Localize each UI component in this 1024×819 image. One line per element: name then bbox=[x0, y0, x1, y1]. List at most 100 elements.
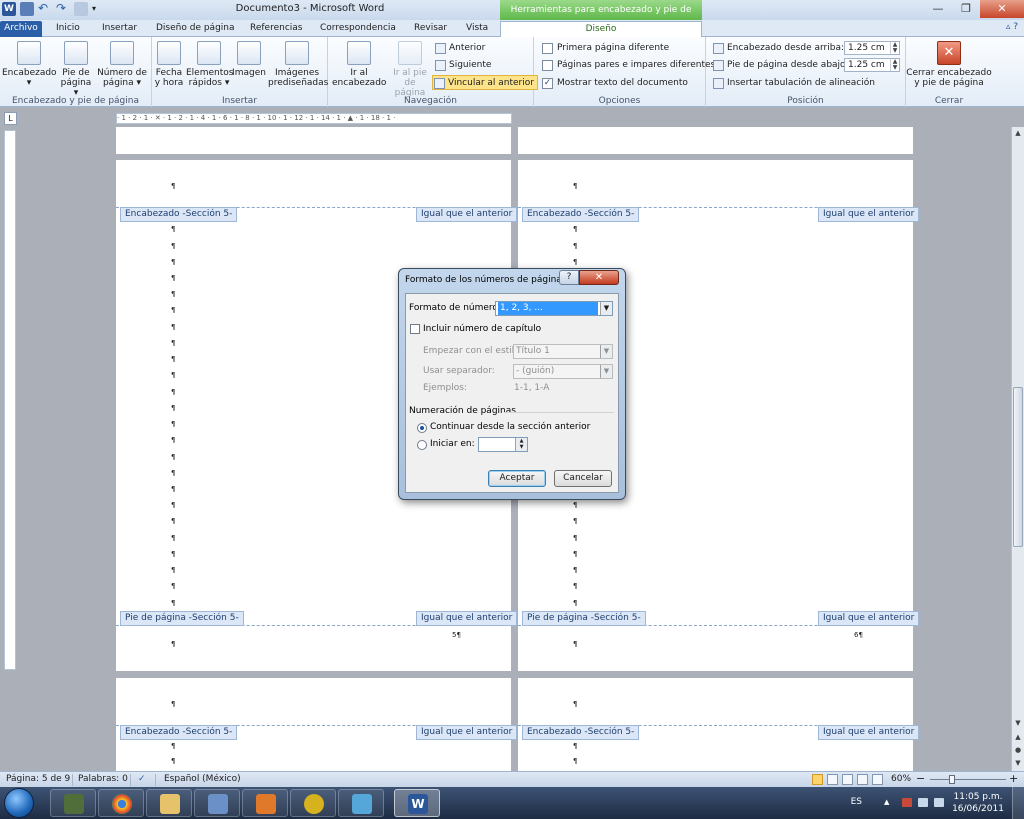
insert-alignment-tab-button[interactable]: Insertar tabulación de alineación bbox=[712, 76, 875, 91]
vertical-scrollbar[interactable]: ▲ ▼ ▲ ● ▼ bbox=[1011, 127, 1024, 771]
footer-button[interactable]: Pie de página ▾ bbox=[58, 41, 94, 98]
cancel-button[interactable]: Cancelar bbox=[554, 470, 612, 487]
zoom-out-icon[interactable]: − bbox=[916, 772, 925, 786]
scroll-down-icon[interactable]: ▼ bbox=[1012, 717, 1024, 729]
tab-mailings[interactable]: Correspondencia bbox=[316, 21, 400, 37]
spinner-arrows-icon[interactable]: ▲ ▼ bbox=[515, 438, 527, 451]
dropdown-arrow-icon[interactable]: ▼ bbox=[600, 365, 612, 378]
spinner-arrows-icon[interactable]: ▲ ▼ bbox=[890, 42, 899, 54]
paragraph-mark: ¶ bbox=[171, 501, 176, 509]
proofing-icon[interactable]: ✓ bbox=[138, 772, 146, 786]
draft-view-icon[interactable] bbox=[872, 774, 883, 785]
input-language[interactable]: ES bbox=[851, 797, 862, 807]
page-7[interactable]: ¶ Encabezado -Sección 5- Igual que el an… bbox=[116, 678, 518, 771]
action-center-icon[interactable] bbox=[902, 798, 912, 807]
page-top-right[interactable] bbox=[518, 127, 913, 154]
tab-design[interactable]: Diseño bbox=[500, 21, 702, 37]
link-to-previous-button[interactable]: Vincular al anterior bbox=[432, 75, 538, 90]
tab-home[interactable]: Inicio bbox=[52, 21, 84, 37]
zoom-in-icon[interactable]: + bbox=[1009, 772, 1018, 786]
taskbar-messenger[interactable] bbox=[338, 789, 384, 817]
paragraph-mark: ¶ bbox=[573, 582, 578, 590]
taskbar-explorer[interactable] bbox=[146, 789, 192, 817]
dialog-help-button[interactable]: ? bbox=[559, 270, 579, 285]
clip-art-button[interactable]: Imágenes prediseñadas bbox=[268, 41, 328, 88]
tray-expand-icon[interactable]: ▲ bbox=[884, 798, 894, 807]
goto-header-button[interactable]: Ir al encabezado bbox=[332, 41, 386, 88]
dropdown-arrow-icon[interactable]: ▼ bbox=[600, 345, 612, 358]
dropdown-arrow-icon[interactable]: ▼ bbox=[600, 302, 612, 315]
full-screen-reading-icon[interactable] bbox=[827, 774, 838, 785]
date-time-button[interactable]: Fecha y hora bbox=[154, 41, 184, 88]
horizontal-ruler[interactable]: · 1 · 2 · 1 · ✕ · 1 · 2 · 1 · 4 · 1 · 6 … bbox=[116, 113, 512, 124]
vertical-ruler[interactable] bbox=[4, 130, 16, 670]
close-header-footer-button[interactable]: ✕ Cerrar encabezado y pie de página bbox=[906, 41, 992, 88]
tab-file[interactable]: Archivo bbox=[0, 21, 42, 37]
tab-review[interactable]: Revisar bbox=[410, 21, 451, 37]
scrollbar-thumb[interactable] bbox=[1013, 387, 1023, 547]
print-layout-view-icon[interactable] bbox=[812, 774, 823, 785]
scroll-up-icon[interactable]: ▲ bbox=[1012, 127, 1024, 139]
tab-view[interactable]: Vista bbox=[462, 21, 492, 37]
picture-button[interactable]: Imagen bbox=[232, 41, 266, 78]
tab-references[interactable]: Referencias bbox=[246, 21, 307, 37]
start-at-input[interactable]: ▲ ▼ bbox=[478, 437, 528, 452]
tab-page-layout[interactable]: Diseño de página bbox=[152, 21, 239, 37]
tab-selector[interactable]: L bbox=[4, 112, 17, 125]
clock[interactable]: 11:05 p.m. 16/06/2011 bbox=[948, 791, 1008, 815]
quick-parts-button[interactable]: Elementos rápidos ▾ bbox=[186, 41, 233, 88]
volume-icon[interactable] bbox=[934, 798, 944, 807]
taskbar-chrome[interactable] bbox=[98, 789, 144, 817]
network-signal-icon[interactable] bbox=[918, 798, 928, 807]
start-button-icon[interactable] bbox=[4, 788, 34, 818]
browse-object-icon[interactable]: ● bbox=[1012, 744, 1024, 756]
system-tray: ES ▲ 11:05 p.m. 16/06/2011 bbox=[834, 787, 1024, 819]
different-odd-even-checkbox[interactable]: Páginas pares e impares diferentes bbox=[542, 58, 715, 73]
help-icon[interactable]: ▵ ? bbox=[1006, 22, 1018, 32]
maximize-button[interactable]: ❐ bbox=[952, 0, 980, 18]
web-layout-icon[interactable] bbox=[842, 774, 853, 785]
same-as-previous-tag: Igual que el anterior bbox=[818, 611, 920, 626]
header-button[interactable]: Encabezado ▾ bbox=[2, 41, 57, 88]
goto-footer-button[interactable]: Ir al pie de página bbox=[388, 41, 432, 98]
page-top-left[interactable] bbox=[116, 127, 511, 154]
zoom-level[interactable]: 60% bbox=[891, 772, 911, 786]
taskbar-app-1[interactable] bbox=[50, 789, 96, 817]
page-number-button[interactable]: Número de página ▾ bbox=[96, 41, 148, 88]
page-8[interactable]: ¶ Encabezado -Sección 5- Igual que el an… bbox=[518, 678, 920, 771]
word-count[interactable]: Palabras: 0 bbox=[78, 772, 128, 786]
tab-insert[interactable]: Insertar bbox=[98, 21, 141, 37]
page-count[interactable]: Página: 5 de 9 bbox=[6, 772, 70, 786]
close-button[interactable]: ✕ bbox=[980, 0, 1024, 18]
next-page-icon[interactable]: ▼ bbox=[1012, 757, 1024, 769]
taskbar-media[interactable] bbox=[242, 789, 288, 817]
zoom-slider[interactable] bbox=[930, 779, 1006, 780]
taskbar-app-6[interactable] bbox=[290, 789, 336, 817]
include-chapter-checkbox[interactable] bbox=[410, 324, 420, 334]
different-first-page-checkbox[interactable]: Primera página diferente bbox=[542, 41, 669, 56]
paragraph-mark: ¶ bbox=[171, 469, 176, 477]
separator-select[interactable]: - (guión) ▼ bbox=[513, 364, 613, 379]
number-format-select[interactable]: 1, 2, 3, ... ▼ bbox=[495, 301, 613, 316]
previous-page-icon[interactable]: ▲ bbox=[1012, 731, 1024, 743]
show-document-text-checkbox[interactable]: ✓ Mostrar texto del documento bbox=[542, 76, 688, 91]
footer-from-bottom-input[interactable]: 1.25 cm ▲ ▼ bbox=[844, 58, 900, 72]
taskbar-app-4[interactable] bbox=[194, 789, 240, 817]
next-button[interactable]: Siguiente bbox=[434, 58, 491, 73]
media-player-icon bbox=[256, 794, 276, 814]
ok-button[interactable]: Aceptar bbox=[488, 470, 546, 487]
minimize-button[interactable]: — bbox=[924, 0, 952, 18]
spinner-arrows-icon[interactable]: ▲ ▼ bbox=[890, 59, 899, 71]
start-style-select[interactable]: Título 1 ▼ bbox=[513, 344, 613, 359]
show-desktop-button[interactable] bbox=[1012, 787, 1024, 819]
outline-view-icon[interactable] bbox=[857, 774, 868, 785]
header-from-top-input[interactable]: 1.25 cm ▲ ▼ bbox=[844, 41, 900, 55]
taskbar-word[interactable]: W bbox=[394, 789, 440, 817]
start-at-radio[interactable] bbox=[417, 440, 427, 450]
language-indicator[interactable]: Español (México) bbox=[164, 772, 241, 786]
previous-button[interactable]: Anterior bbox=[434, 41, 485, 56]
continue-radio[interactable] bbox=[417, 423, 427, 433]
paragraph-mark: ¶ bbox=[171, 388, 176, 396]
dialog-close-button[interactable]: ✕ bbox=[579, 270, 619, 285]
zoom-slider-thumb[interactable] bbox=[949, 775, 955, 784]
